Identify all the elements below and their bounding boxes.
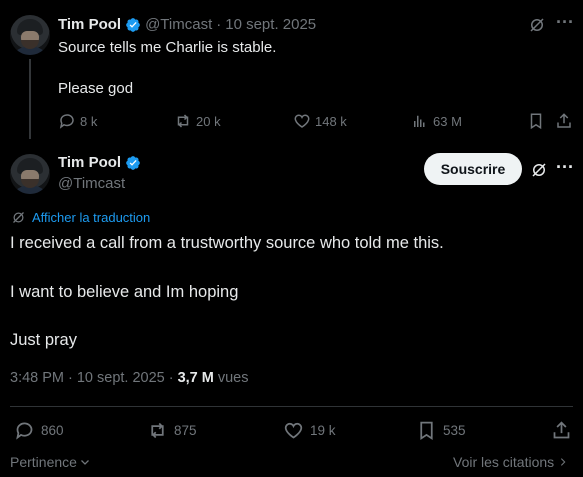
like-count: 19 k (310, 423, 336, 438)
divider (10, 406, 573, 407)
verified-badge-icon (126, 17, 140, 32)
more-icon[interactable]: ··· (556, 157, 574, 178)
like-button[interactable]: 19 k (283, 420, 336, 441)
main-tweet-text-line-2: I want to believe and Im hoping (10, 283, 239, 301)
reply-tweet-text-line-1: Source tells me Charlie is stable. (58, 39, 277, 56)
grok-icon[interactable] (528, 16, 546, 39)
view-quotes-label: Voir les citations (453, 454, 555, 470)
reply-tweet-text-line-2: Please god (58, 80, 134, 97)
sort-label: Pertinence (10, 454, 77, 470)
sort-dropdown[interactable]: Pertinence (10, 454, 91, 470)
bookmark-icon (530, 113, 542, 130)
verified-badge-icon (126, 155, 140, 170)
repost-count: 20 k (196, 113, 221, 129)
views-label: vues (217, 370, 249, 386)
tweet-time[interactable]: 3:48 PM (10, 370, 64, 386)
like-count: 148 k (315, 113, 347, 129)
reply-icon (59, 114, 74, 129)
main-tweet-author: Tim Pool (58, 154, 141, 171)
share-button[interactable] (555, 112, 573, 135)
views-count: 63 M (433, 113, 462, 129)
main-tweet-text-line-1: I received a call from a trustworthy sou… (10, 234, 444, 252)
subscribe-button[interactable]: Souscrire (424, 153, 522, 185)
chevron-right-icon (561, 458, 566, 466)
translate-icon (13, 212, 24, 223)
repost-button[interactable]: 20 k (174, 112, 221, 130)
view-quotes-link[interactable]: Voir les citations (453, 454, 568, 470)
reply-button[interactable]: 860 (14, 420, 64, 441)
repost-count: 875 (174, 423, 197, 438)
main-tweet-text-line-3: Just pray (10, 331, 77, 349)
views-button[interactable]: 63 M (411, 112, 462, 130)
separator-dot: · (216, 16, 222, 33)
heart-icon (284, 422, 303, 439)
reply-count: 8 k (80, 113, 98, 129)
share-icon (557, 113, 571, 128)
author-handle[interactable]: @Timcast (145, 16, 212, 33)
separator-dot: · (168, 370, 174, 386)
translate-label: Afficher la traduction (32, 210, 151, 225)
tweet-date[interactable]: 10 sept. 2025 (225, 16, 316, 33)
author-name[interactable]: Tim Pool (58, 16, 121, 33)
reply-tweet-header: Tim Pool @Timcast · 10 sept. 2025 (58, 16, 316, 33)
chevron-down-icon (80, 460, 89, 465)
tweet-meta: 3:48 PM · 10 sept. 2025 · 3,7 M vues (10, 370, 248, 386)
analytics-icon (414, 115, 425, 127)
author-handle[interactable]: @Timcast (58, 175, 125, 192)
bookmark-button[interactable]: 535 (416, 420, 466, 441)
heart-icon (294, 114, 310, 128)
share-button[interactable] (551, 420, 572, 446)
reply-count: 860 (41, 423, 64, 438)
reply-icon (16, 422, 33, 440)
separator-dot: · (68, 370, 73, 386)
bookmark-icon (420, 421, 433, 441)
avatar[interactable] (10, 15, 50, 55)
repost-icon (151, 422, 164, 439)
bookmark-count: 535 (443, 423, 466, 438)
more-icon[interactable]: ··· (556, 12, 574, 33)
like-button[interactable]: 148 k (293, 112, 347, 130)
translate-link[interactable]: Afficher la traduction (11, 210, 150, 225)
share-icon (553, 421, 570, 439)
views-count: 3,7 M (177, 370, 214, 386)
thread-line (29, 59, 31, 139)
tweet-date[interactable]: 10 sept. 2025 (77, 370, 165, 386)
avatar[interactable] (10, 154, 50, 194)
reply-button[interactable]: 8 k (58, 112, 97, 130)
grok-icon[interactable] (530, 161, 548, 184)
repost-button[interactable]: 875 (147, 420, 197, 441)
bookmark-button[interactable] (527, 112, 545, 135)
repost-icon (177, 114, 189, 128)
author-name[interactable]: Tim Pool (58, 154, 121, 171)
